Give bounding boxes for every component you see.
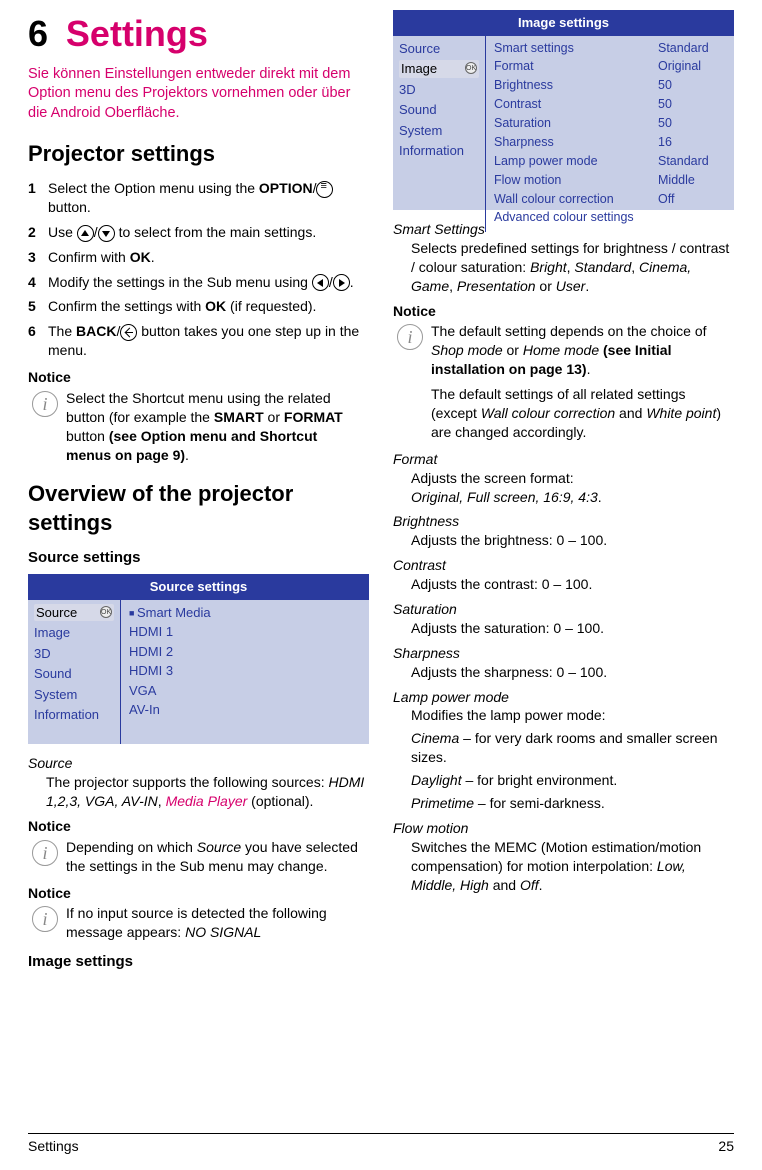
source-settings-heading: Source settings bbox=[28, 548, 369, 568]
sub-wall: Wall colour correction bbox=[494, 191, 650, 208]
sub-avin: AV-In bbox=[129, 701, 361, 719]
footer-section: Settings bbox=[28, 1137, 79, 1156]
chapter-header: 6 Settings bbox=[28, 10, 369, 59]
menu-item-information: Information bbox=[34, 706, 114, 724]
menu-item-image: Image bbox=[34, 624, 114, 642]
ok-icon: OK bbox=[465, 62, 477, 74]
menu-item-system: System bbox=[399, 122, 479, 140]
right-icon bbox=[333, 274, 350, 291]
val-lamp: Standard bbox=[658, 153, 728, 170]
menu-item-information: Information bbox=[399, 142, 479, 160]
val-saturation: 50 bbox=[658, 115, 728, 132]
menu-item-3d: 3D bbox=[399, 81, 479, 99]
panel-title: Image settings bbox=[393, 10, 734, 36]
menu-item-system: System bbox=[34, 686, 114, 704]
notice-default-setting: Notice i The default setting depends on … bbox=[393, 302, 734, 442]
def-sharpness: Sharpness Adjusts the sharpness: 0 – 100… bbox=[393, 644, 734, 682]
sub-lamp: Lamp power mode bbox=[494, 153, 650, 170]
val-wall: Off bbox=[658, 191, 728, 208]
step-6: The BACK/ button takes you one step up i… bbox=[28, 322, 369, 360]
intro-text: Sie können Einstellungen entweder direkt… bbox=[28, 65, 369, 124]
def-lamp-power-mode: Lamp power mode Modifies the lamp power … bbox=[393, 688, 734, 813]
image-settings-heading: Image settings bbox=[28, 952, 369, 972]
sub-hdmi3: HDMI 3 bbox=[129, 662, 361, 680]
sub-format: Format bbox=[494, 58, 650, 75]
sub-smart: Smart settings bbox=[494, 40, 650, 57]
menu-left-column: Source ImageOK 3D Sound System Informati… bbox=[393, 36, 485, 233]
sub-contrast: Contrast bbox=[494, 96, 650, 113]
sub-advanced: Advanced colour settings bbox=[494, 209, 650, 226]
def-contrast: Contrast Adjusts the contrast: 0 – 100. bbox=[393, 556, 734, 594]
menu-item-sound: Sound bbox=[34, 665, 114, 683]
up-icon bbox=[77, 225, 94, 242]
step-5: Confirm the settings with OK (if request… bbox=[28, 297, 369, 316]
def-saturation: Saturation Adjusts the saturation: 0 – 1… bbox=[393, 600, 734, 638]
val-smart: Standard bbox=[658, 40, 728, 57]
sub-flow: Flow motion bbox=[494, 172, 650, 189]
val-contrast: 50 bbox=[658, 96, 728, 113]
menu-item-source: Source bbox=[399, 40, 479, 58]
heading-overview: Overview of the projector settings bbox=[28, 479, 369, 538]
def-format: Format Adjusts the screen format: Origin… bbox=[393, 450, 734, 507]
info-icon: i bbox=[32, 840, 58, 866]
notice-no-signal: Notice i If no input source is detected … bbox=[28, 884, 369, 943]
step-2: Use / to select from the main settings. bbox=[28, 223, 369, 242]
val-flow: Middle bbox=[658, 172, 728, 189]
page-footer: Settings 25 bbox=[28, 1137, 734, 1156]
val-sharpness: 16 bbox=[658, 134, 728, 151]
steps-list: Select the Option menu using the OPTION/… bbox=[28, 179, 369, 360]
sub-vga: VGA bbox=[129, 682, 361, 700]
menu-values-column: Standard Original 50 50 50 16 Standard M… bbox=[658, 36, 734, 233]
option-icon bbox=[316, 181, 333, 198]
media-player-link: Media Player bbox=[166, 793, 248, 809]
val-format: Original bbox=[658, 58, 728, 75]
menu-left-column: SourceOK Image 3D Sound System Informati… bbox=[28, 600, 120, 744]
menu-item-source: SourceOK bbox=[34, 604, 114, 622]
down-icon bbox=[98, 225, 115, 242]
def-source: Source The projector supports the follow… bbox=[28, 754, 369, 811]
ok-icon: OK bbox=[100, 606, 112, 618]
sub-sharpness: Sharpness bbox=[494, 134, 650, 151]
step-3: Confirm with OK. bbox=[28, 248, 369, 267]
back-icon bbox=[120, 324, 137, 341]
info-icon: i bbox=[32, 391, 58, 417]
def-brightness: Brightness Adjusts the brightness: 0 – 1… bbox=[393, 512, 734, 550]
heading-projector-settings: Projector settings bbox=[28, 139, 369, 169]
info-icon: i bbox=[32, 906, 58, 932]
step-4: Modify the settings in the Sub menu usin… bbox=[28, 273, 369, 292]
notice-source-change: Notice i Depending on which Source you h… bbox=[28, 817, 369, 876]
left-icon bbox=[312, 274, 329, 291]
val-brightness: 50 bbox=[658, 77, 728, 94]
info-icon: i bbox=[397, 324, 423, 350]
chapter-number: 6 bbox=[28, 10, 48, 59]
notice-shortcut: Notice i Select the Shortcut menu using … bbox=[28, 368, 369, 464]
footer-divider bbox=[28, 1133, 734, 1134]
sub-smart-media: Smart Media bbox=[129, 604, 361, 622]
def-flow-motion: Flow motion Switches the MEMC (Motion es… bbox=[393, 819, 734, 895]
step-1: Select the Option menu using the OPTION/… bbox=[28, 179, 369, 217]
menu-sub-column: Smart Media HDMI 1 HDMI 2 HDMI 3 VGA AV-… bbox=[120, 600, 369, 744]
sub-hdmi1: HDMI 1 bbox=[129, 623, 361, 641]
menu-item-image: ImageOK bbox=[399, 60, 479, 78]
panel-title: Source settings bbox=[28, 574, 369, 600]
footer-page-number: 25 bbox=[718, 1137, 734, 1156]
sub-saturation: Saturation bbox=[494, 115, 650, 132]
chapter-title: Settings bbox=[66, 13, 208, 54]
sub-hdmi2: HDMI 2 bbox=[129, 643, 361, 661]
image-settings-panel: Image settings Source ImageOK 3D Sound S… bbox=[393, 10, 734, 210]
menu-sub-column: Smart settings Format Brightness Contras… bbox=[485, 36, 658, 233]
menu-item-3d: 3D bbox=[34, 645, 114, 663]
sub-brightness: Brightness bbox=[494, 77, 650, 94]
menu-item-sound: Sound bbox=[399, 101, 479, 119]
source-settings-panel: Source settings SourceOK Image 3D Sound … bbox=[28, 574, 369, 744]
